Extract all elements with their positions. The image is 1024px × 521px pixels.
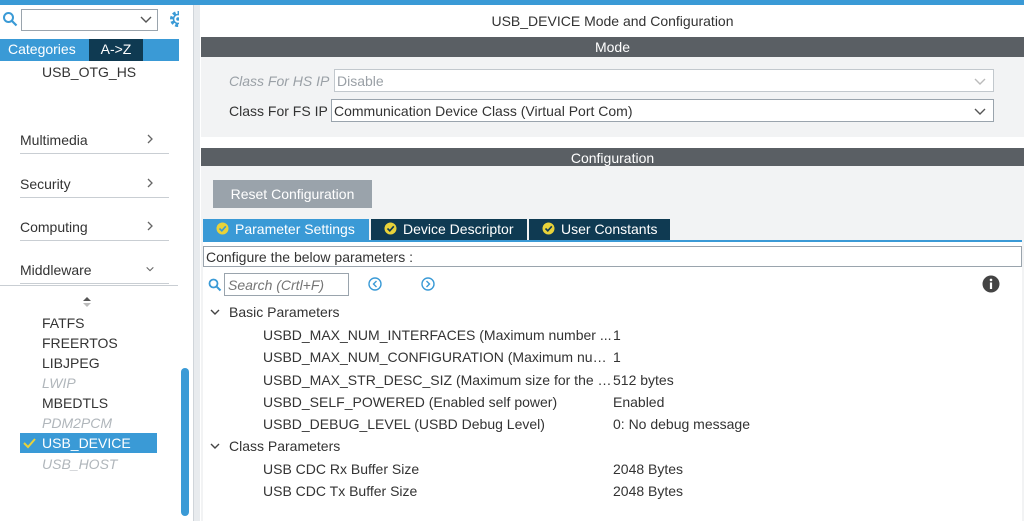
param-name: USB CDC Rx Buffer Size bbox=[263, 461, 420, 477]
check-circle-icon bbox=[384, 222, 397, 235]
sidebar-group-computing[interactable]: Computing bbox=[20, 213, 169, 241]
tab-device-descriptor[interactable]: Device Descriptor bbox=[371, 219, 527, 240]
param-value: 2048 Bytes bbox=[613, 483, 684, 499]
chevron-right-icon bbox=[147, 221, 153, 231]
middleware-item-lwip[interactable]: LWIP bbox=[42, 375, 76, 391]
middleware-item-pdm2pcm[interactable]: PDM2PCM bbox=[42, 415, 112, 431]
middleware-item-usb-device[interactable]: USB_DEVICE bbox=[20, 433, 157, 453]
tab-user-constants[interactable]: User Constants bbox=[529, 219, 670, 240]
param-value: 1 bbox=[613, 327, 621, 343]
previous-icon[interactable] bbox=[368, 277, 382, 291]
sidebar-group-middleware[interactable]: Middleware bbox=[20, 256, 169, 284]
sidebar-group-security[interactable]: Security bbox=[20, 170, 169, 198]
configure-hint: Configure the below parameters : bbox=[203, 246, 1022, 267]
tab-parameter-settings[interactable]: Parameter Settings bbox=[203, 219, 369, 240]
middleware-item-fatfs[interactable]: FATFS bbox=[42, 315, 85, 331]
check-icon bbox=[23, 438, 36, 449]
reset-configuration-button[interactable]: Reset Configuration bbox=[213, 180, 372, 208]
tab-a-z[interactable]: A->Z bbox=[89, 39, 143, 61]
param-name: USBD_MAX_NUM_INTERFACES (Maximum number … bbox=[263, 327, 612, 343]
tab-label: Parameter Settings bbox=[235, 221, 355, 237]
tab-categories[interactable]: Categories bbox=[0, 39, 89, 61]
sidebar-scrollbar-thumb[interactable] bbox=[181, 368, 189, 516]
mode-section-title: Mode bbox=[594, 39, 631, 55]
panel-splitter[interactable] bbox=[193, 5, 200, 521]
chevron-down-icon[interactable] bbox=[209, 440, 221, 452]
info-icon[interactable] bbox=[982, 275, 1000, 293]
param-value: 1 bbox=[613, 349, 621, 365]
fs-class-value: Communication Device Class (Virtual Port… bbox=[334, 103, 633, 119]
sidebar: Categories A->Z USB_OTG_HS Multimedia Se… bbox=[0, 5, 193, 521]
sort-arrows-icon[interactable] bbox=[82, 296, 92, 308]
param-value: Enabled bbox=[613, 394, 665, 410]
tab-label: Device Descriptor bbox=[403, 221, 514, 237]
chevron-down-icon bbox=[146, 266, 154, 272]
param-name: USBD_MAX_NUM_CONFIGURATION (Maximum num.… bbox=[263, 349, 613, 365]
hs-class-value: Disable bbox=[337, 73, 384, 89]
chevron-right-icon bbox=[147, 134, 153, 144]
group-label: Class Parameters bbox=[229, 438, 341, 454]
group-label: Basic Parameters bbox=[229, 304, 340, 320]
param-name: USBD_MAX_STR_DESC_SIZ (Maximum size for … bbox=[263, 372, 613, 388]
tab-label: User Constants bbox=[561, 221, 658, 237]
chevron-down-icon[interactable] bbox=[209, 306, 221, 318]
middleware-item-libjpeg[interactable]: LIBJPEG bbox=[42, 355, 100, 371]
chevron-down-icon[interactable] bbox=[973, 104, 987, 118]
category-tabs: Categories A->Z bbox=[0, 39, 190, 61]
param-value: 0: No debug message bbox=[613, 416, 750, 432]
param-name: USB CDC Tx Buffer Size bbox=[263, 483, 418, 499]
middleware-item-freertos[interactable]: FREERTOS bbox=[42, 335, 118, 351]
fs-class-select[interactable]: Communication Device Class (Virtual Port… bbox=[331, 99, 994, 122]
search-icon bbox=[208, 278, 222, 292]
check-circle-icon bbox=[542, 222, 555, 235]
sidebar-group-label: Middleware bbox=[20, 262, 92, 278]
sidebar-group-label: Multimedia bbox=[20, 132, 88, 148]
sidebar-group-multimedia[interactable]: Multimedia bbox=[20, 126, 169, 154]
sidebar-item-usb-otg-hs[interactable]: USB_OTG_HS bbox=[42, 64, 192, 80]
middleware-item-label: USB_DEVICE bbox=[42, 435, 131, 451]
next-icon[interactable] bbox=[421, 277, 435, 291]
middleware-item-mbedtls[interactable]: MBEDTLS bbox=[42, 395, 108, 411]
middleware-divider bbox=[0, 285, 178, 286]
chevron-down-icon bbox=[974, 78, 986, 85]
search-icon[interactable] bbox=[2, 11, 18, 27]
hs-class-select: Disable bbox=[334, 69, 994, 92]
param-name: USBD_DEBUG_LEVEL (USBD Debug Level) bbox=[263, 416, 545, 432]
param-value: 2048 Bytes bbox=[613, 461, 684, 477]
fs-class-label: Class For FS IP bbox=[229, 103, 328, 119]
configuration-section-title: Configuration bbox=[570, 150, 655, 166]
page-title: USB_DEVICE Mode and Configuration bbox=[491, 13, 734, 29]
sidebar-group-label: Security bbox=[20, 176, 71, 192]
mode-section-bar: Mode bbox=[201, 37, 1024, 57]
chevron-right-icon bbox=[147, 178, 153, 188]
param-value: 512 bytes bbox=[613, 372, 674, 388]
configuration-section-bar: Configuration bbox=[201, 148, 1024, 168]
parameter-search-input[interactable] bbox=[224, 273, 349, 296]
middleware-item-usb-host[interactable]: USB_HOST bbox=[42, 456, 117, 472]
hs-class-label: Class For HS IP bbox=[229, 73, 330, 89]
chevron-down-icon[interactable] bbox=[139, 12, 153, 26]
sidebar-search-row bbox=[0, 5, 193, 37]
sidebar-group-label: Computing bbox=[20, 219, 88, 235]
check-circle-icon bbox=[216, 222, 229, 235]
sidebar-search-combo[interactable] bbox=[21, 9, 158, 31]
param-name: USBD_SELF_POWERED (Enabled self power) bbox=[263, 394, 558, 410]
